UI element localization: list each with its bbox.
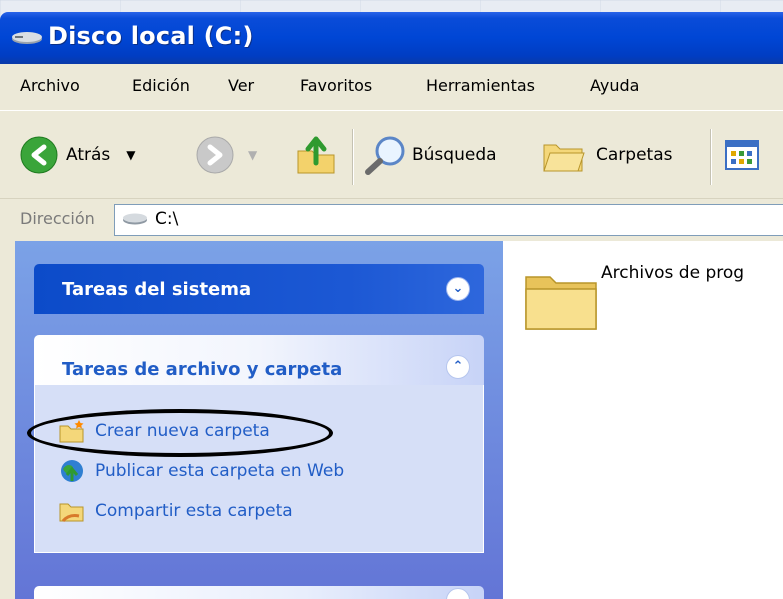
forward-arrow-icon <box>196 136 234 174</box>
menu-herramientas[interactable]: Herramientas <box>426 76 535 95</box>
window-title: Disco local (C:) <box>48 22 254 50</box>
back-button[interactable]: Atrás ▼ <box>20 136 136 174</box>
search-button[interactable]: Búsqueda <box>364 135 497 175</box>
views-button[interactable] <box>724 139 760 171</box>
folder-icon <box>525 276 597 330</box>
collapse-chevron-icon[interactable]: ⌃ <box>446 355 470 379</box>
hard-drive-icon <box>123 213 147 225</box>
views-icon <box>725 140 759 170</box>
system-tasks-header[interactable]: Tareas del sistema ⌄ <box>34 264 484 314</box>
next-group-header[interactable] <box>34 586 484 599</box>
back-dropdown-icon[interactable]: ▼ <box>126 148 135 162</box>
expand-chevron-icon[interactable]: ⌄ <box>446 277 470 301</box>
publish-web-icon <box>61 460 83 482</box>
menu-ayuda[interactable]: Ayuda <box>590 76 639 95</box>
chevron-icon[interactable] <box>446 588 470 599</box>
folders-label: Carpetas <box>596 145 673 165</box>
title-bar[interactable]: Disco local (C:) <box>0 12 783 64</box>
search-label: Búsqueda <box>412 145 497 165</box>
address-value: C:\ <box>155 209 179 229</box>
explorer-window: Disco local (C:) Archivo Edición Ver Fav… <box>0 0 783 599</box>
menu-favoritos[interactable]: Favoritos <box>300 76 372 95</box>
toolbar-separator <box>352 129 354 185</box>
menu-ver[interactable]: Ver <box>228 76 254 95</box>
annotation-ellipse <box>27 409 333 457</box>
hard-drive-icon <box>12 32 42 44</box>
back-label: Atrás <box>66 145 111 165</box>
menu-archivo[interactable]: Archivo <box>20 76 80 95</box>
toolbar: Atrás ▼ ▼ Búsqueda Carpetas <box>0 110 783 199</box>
up-button[interactable] <box>294 133 338 177</box>
address-field[interactable]: C:\ <box>114 204 783 236</box>
file-folder-tasks-list: Crear nueva carpeta Publicar esta carpet… <box>34 385 484 553</box>
address-label: Dirección <box>20 209 95 228</box>
left-edge <box>0 241 15 599</box>
back-arrow-icon <box>20 136 58 174</box>
file-item-program-files[interactable] <box>523 263 601 333</box>
file-item-label: Archivos de prog <box>601 263 745 283</box>
menu-bar: Archivo Edición Ver Favoritos Herramient… <box>0 64 783 111</box>
file-folder-tasks-title: Tareas de archivo y carpeta <box>62 359 343 380</box>
task-share-folder[interactable]: Compartir esta carpeta <box>59 499 293 523</box>
folders-icon <box>543 144 585 172</box>
forward-dropdown-icon[interactable]: ▼ <box>248 148 257 162</box>
folders-button[interactable]: Carpetas <box>542 137 672 173</box>
toolbar-separator <box>710 129 712 185</box>
magnifier-icon <box>365 136 405 175</box>
file-folder-tasks-header[interactable]: Tareas de archivo y carpeta ⌃ <box>34 335 484 385</box>
system-tasks-title: Tareas del sistema <box>62 279 252 300</box>
folder-up-icon <box>297 136 335 174</box>
task-publish-web-label: Publicar esta carpeta en Web <box>95 461 345 481</box>
menu-edicion[interactable]: Edición <box>132 76 190 95</box>
task-share-folder-label: Compartir esta carpeta <box>95 501 293 521</box>
address-bar: Dirección C:\ <box>0 198 783 241</box>
forward-button[interactable]: ▼ <box>196 136 257 174</box>
task-publish-web[interactable]: Publicar esta carpeta en Web <box>59 459 344 483</box>
share-folder-icon <box>59 503 84 523</box>
file-list: Archivos de prog <box>503 241 783 599</box>
